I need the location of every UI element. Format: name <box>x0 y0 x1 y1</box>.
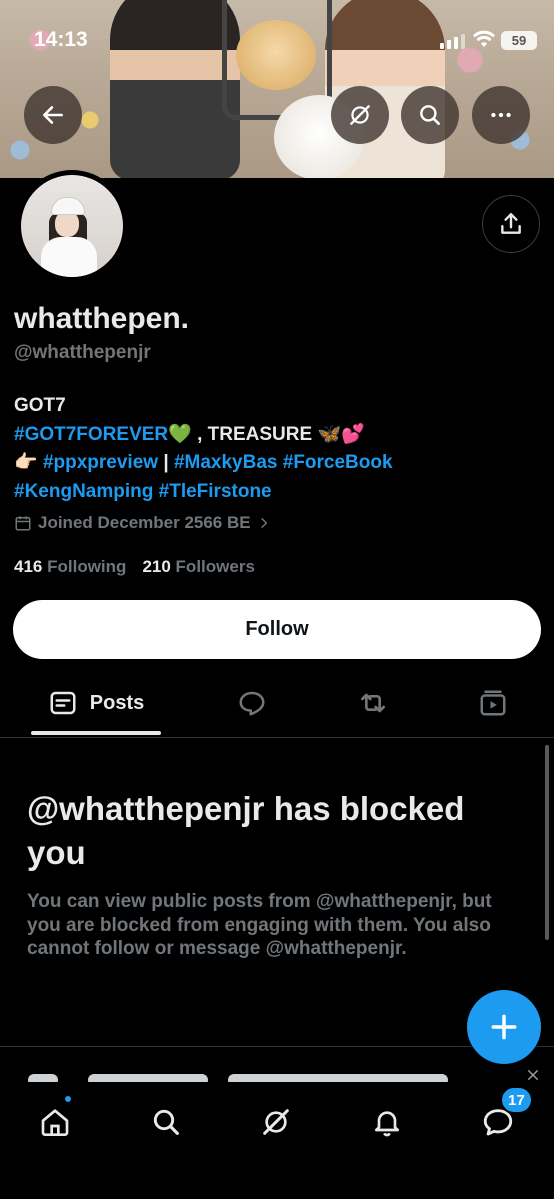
hashtag-link[interactable]: #GOT7FOREVER <box>14 424 168 445</box>
avatar-image <box>21 175 123 277</box>
hashtag-link[interactable]: #TleFirstone <box>159 481 272 502</box>
share-icon <box>501 213 521 234</box>
hashtag-link[interactable]: #KengNamping <box>14 481 153 502</box>
arrow-left-icon <box>43 106 63 124</box>
divider <box>0 1046 554 1047</box>
bio-line: 👉🏻 #ppxpreview | #MaxkyBas #ForceBook <box>14 449 534 478</box>
partial-post-preview <box>28 1070 448 1082</box>
bio-emoji: 💚 <box>168 423 192 445</box>
compose-button[interactable] <box>467 990 541 1064</box>
following-count: 416 <box>14 557 43 576</box>
chevron-right-icon <box>260 517 267 529</box>
blocked-title: @whatthepenjr has blocked you <box>27 790 465 871</box>
peek-avatar <box>28 1074 58 1082</box>
share-button[interactable] <box>482 195 540 253</box>
grok-icon <box>350 105 370 125</box>
followers-link[interactable]: 210 Followers <box>142 557 254 577</box>
bio-emoji: 🦋💕 <box>317 423 365 445</box>
replies-icon <box>239 691 265 716</box>
nav-grok[interactable] <box>246 1092 306 1152</box>
tab-replies[interactable] <box>222 672 282 734</box>
status-bar: 14:13 59 <box>0 26 554 56</box>
profile-bio: GOT7 #GOT7FOREVER💚 , TREASURE 🦋💕 👉🏻 #ppx… <box>14 392 534 506</box>
home-icon <box>41 1109 69 1136</box>
followers-count: 210 <box>142 557 171 576</box>
follow-stats: 416 Following 210 Followers <box>14 557 255 577</box>
nav-notifications[interactable] <box>357 1092 417 1152</box>
bottom-navigation: 17 <box>0 1082 554 1199</box>
home-notification-dot <box>63 1094 73 1104</box>
tab-media[interactable] <box>463 672 523 734</box>
battery-icon: 59 <box>501 31 537 50</box>
more-horizontal-icon <box>491 112 511 118</box>
user-handle: @whatthepenjr <box>14 342 151 363</box>
bio-line: #GOT7FOREVER💚 , TREASURE 🦋💕 <box>14 421 534 450</box>
grok-button[interactable] <box>331 86 389 144</box>
joined-text: Joined December 2566 BE <box>38 513 251 532</box>
repost-icon <box>361 693 385 713</box>
active-tab-indicator <box>31 731 161 735</box>
media-icon <box>480 690 506 716</box>
bio-line: GOT7 <box>14 392 534 421</box>
hashtag-link[interactable]: #MaxkyBas <box>174 452 278 473</box>
hashtag-link[interactable]: #ppxpreview <box>43 452 158 473</box>
blocked-description: You can view public posts from @whatthep… <box>27 891 492 959</box>
search-button[interactable] <box>401 86 459 144</box>
profile-tabs: Posts <box>0 672 554 738</box>
bio-emoji: 👉🏻 <box>14 452 38 473</box>
bio-separator: | <box>158 452 174 473</box>
back-button[interactable] <box>24 86 82 144</box>
close-icon[interactable] <box>526 1068 540 1082</box>
explore-icon <box>153 1109 179 1135</box>
peek-text <box>228 1074 448 1082</box>
avatar[interactable] <box>16 170 128 282</box>
peek-text <box>88 1074 208 1082</box>
scrollbar[interactable] <box>545 745 549 940</box>
tab-posts[interactable]: Posts <box>31 672 161 735</box>
bio-line: #KengNamping #TleFirstone <box>14 478 534 507</box>
wifi-icon <box>473 30 495 47</box>
bio-text: , TREASURE <box>191 423 318 445</box>
avatar-body <box>41 237 97 277</box>
joined-date[interactable]: Joined December 2566 BE <box>14 513 271 533</box>
follow-button[interactable]: Follow <box>13 600 541 659</box>
avatar-cap <box>51 197 85 215</box>
tab-reposts[interactable] <box>343 672 403 734</box>
messages-badge: 17 <box>500 1086 533 1114</box>
more-button[interactable] <box>472 86 530 144</box>
calendar-icon <box>15 516 31 531</box>
nav-home[interactable] <box>25 1092 85 1152</box>
status-time: 14:13 <box>34 28 88 51</box>
followers-label: Followers <box>175 557 255 576</box>
nav-explore[interactable] <box>136 1092 196 1152</box>
search-icon <box>420 105 440 125</box>
grok-icon <box>263 1109 289 1135</box>
plus-icon <box>491 1014 517 1040</box>
cellular-signal-icon <box>440 34 465 49</box>
display-name: whatthepen. <box>14 302 190 335</box>
posts-icon <box>50 691 76 715</box>
hashtag-link[interactable]: #ForceBook <box>283 452 393 473</box>
following-link[interactable]: 416 Following <box>14 557 126 577</box>
following-label: Following <box>47 557 127 576</box>
bio-text: GOT7 <box>14 395 66 416</box>
tab-posts-label: Posts <box>89 691 145 714</box>
notifications-icon <box>375 1111 399 1137</box>
